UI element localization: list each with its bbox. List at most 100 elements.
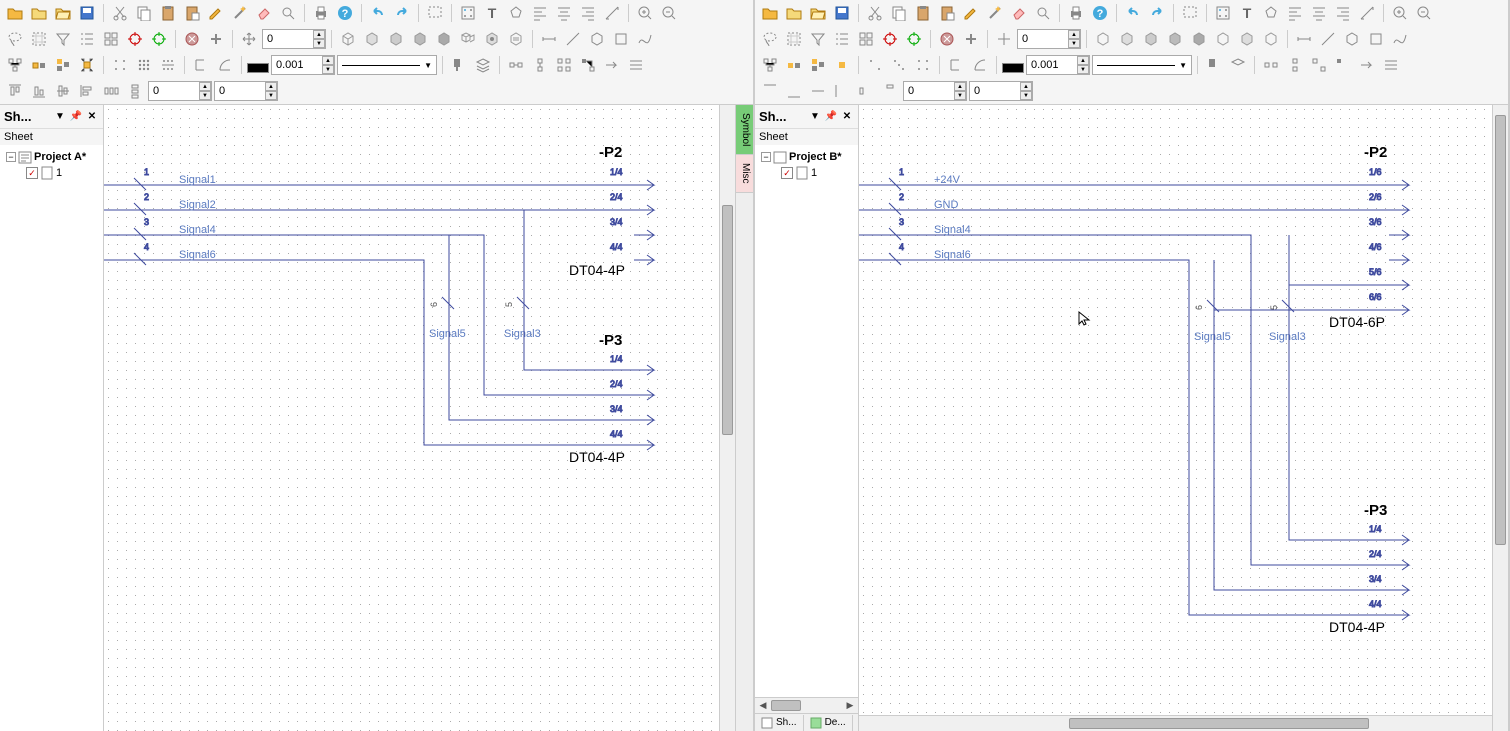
align-vcenter-icon[interactable] xyxy=(52,80,74,102)
redo-icon[interactable] xyxy=(1146,2,1168,24)
node3-icon[interactable] xyxy=(553,54,575,76)
canvas-left[interactable]: 1 2 3 4 Signal1 Signal2 Signal4 Signal6 xyxy=(104,105,735,731)
list-icon[interactable] xyxy=(76,28,98,50)
spin4-input[interactable] xyxy=(970,85,1020,97)
redo-icon[interactable] xyxy=(391,2,413,24)
bus-icon[interactable] xyxy=(1380,54,1402,76)
cube6-icon[interactable] xyxy=(457,28,479,50)
node4-icon[interactable] xyxy=(577,54,599,76)
undo-icon[interactable] xyxy=(1122,2,1144,24)
align-vleft-icon[interactable] xyxy=(831,80,853,102)
cut-icon[interactable] xyxy=(864,2,886,24)
cube3-icon[interactable] xyxy=(1140,28,1162,50)
precision-spinbox[interactable]: ▲▼ xyxy=(1026,55,1090,75)
align-vleft-icon[interactable] xyxy=(76,80,98,102)
tree-expand-icon[interactable]: − xyxy=(761,152,771,162)
rect-icon[interactable] xyxy=(610,28,632,50)
snap2-icon[interactable] xyxy=(52,54,74,76)
cube4-icon[interactable] xyxy=(409,28,431,50)
paste-special-icon[interactable] xyxy=(936,2,958,24)
add-icon[interactable] xyxy=(205,28,227,50)
help-icon[interactable]: ? xyxy=(1089,2,1111,24)
zoom-in-icon[interactable] xyxy=(1389,2,1411,24)
grid-view-icon[interactable] xyxy=(855,28,877,50)
snap1-icon[interactable] xyxy=(783,54,805,76)
hexagon-icon[interactable] xyxy=(1341,28,1363,50)
align-right-icon[interactable] xyxy=(1332,2,1354,24)
move-icon[interactable] xyxy=(238,28,260,50)
bottom-tab-sh[interactable]: Sh... xyxy=(755,715,804,731)
eraser-icon[interactable] xyxy=(1008,2,1030,24)
wand-icon[interactable] xyxy=(229,2,251,24)
dots1-icon[interactable] xyxy=(864,54,886,76)
edit-icon[interactable] xyxy=(205,2,227,24)
dim-h-icon[interactable] xyxy=(538,28,560,50)
dist-v-icon[interactable] xyxy=(124,80,146,102)
spline-icon[interactable] xyxy=(634,28,656,50)
zoom-out-icon[interactable] xyxy=(658,2,680,24)
up-arrow-icon[interactable]: ▲ xyxy=(1077,56,1089,65)
sheet-name[interactable]: 1 xyxy=(56,167,62,179)
up-arrow-icon[interactable]: ▲ xyxy=(322,56,334,65)
tab-misc[interactable]: Misc xyxy=(736,155,753,193)
node1-icon[interactable] xyxy=(1260,54,1282,76)
hexagon-icon[interactable] xyxy=(586,28,608,50)
down-arrow-icon[interactable]: ▼ xyxy=(322,65,334,74)
copy-icon[interactable] xyxy=(888,2,910,24)
cube4-icon[interactable] xyxy=(1164,28,1186,50)
format-brush-icon[interactable] xyxy=(1203,54,1225,76)
cube7-icon[interactable] xyxy=(481,28,503,50)
branch2-icon[interactable] xyxy=(214,54,236,76)
line-icon[interactable] xyxy=(562,28,584,50)
color-swatch[interactable] xyxy=(247,63,269,73)
grid-snap-icon[interactable] xyxy=(457,2,479,24)
snap3-icon[interactable] xyxy=(76,54,98,76)
layer-icon[interactable] xyxy=(472,54,494,76)
cube5-icon[interactable] xyxy=(433,28,455,50)
format-brush-icon[interactable] xyxy=(448,54,470,76)
sidepanel-hscroll[interactable]: ◀ ▶ xyxy=(755,697,858,713)
copy-icon[interactable] xyxy=(133,2,155,24)
zoom-in-icon[interactable] xyxy=(634,2,656,24)
save-icon[interactable] xyxy=(831,2,853,24)
dist-h-icon[interactable] xyxy=(100,80,122,102)
branch1-icon[interactable] xyxy=(190,54,212,76)
angle-input[interactable] xyxy=(263,33,313,45)
down-arrow-icon[interactable]: ▼ xyxy=(1068,39,1080,48)
precision-input[interactable] xyxy=(272,59,322,71)
align-vcenter-icon[interactable] xyxy=(807,80,829,102)
line-style-dropdown[interactable]: ▼ xyxy=(1092,55,1192,75)
spin3-input[interactable] xyxy=(149,85,199,97)
spin3-input[interactable] xyxy=(904,85,954,97)
project-name[interactable]: Project B* xyxy=(789,151,842,163)
branch2-icon[interactable] xyxy=(969,54,991,76)
pin-icon[interactable]: 📌 xyxy=(824,110,838,124)
up-arrow-icon[interactable]: ▲ xyxy=(265,82,277,91)
dist-v-icon[interactable] xyxy=(879,80,901,102)
spin3[interactable]: ▲▼ xyxy=(903,81,967,101)
grid-view-icon[interactable] xyxy=(100,28,122,50)
tree-expand-icon[interactable]: − xyxy=(6,152,16,162)
zoom-out-icon[interactable] xyxy=(1413,2,1435,24)
cube2-icon[interactable] xyxy=(1116,28,1138,50)
spin3[interactable]: ▲▼ xyxy=(148,81,212,101)
arrow-flow-icon[interactable] xyxy=(601,54,623,76)
dist-h-icon[interactable] xyxy=(855,80,877,102)
text-tool-icon[interactable]: T xyxy=(1236,2,1258,24)
node3-icon[interactable] xyxy=(1308,54,1330,76)
bottom-tab-de[interactable]: De... xyxy=(804,715,853,731)
cube1-icon[interactable] xyxy=(337,28,359,50)
align-right-icon[interactable] xyxy=(577,2,599,24)
close-icon[interactable]: ✕ xyxy=(85,110,99,124)
angle-spinbox-1[interactable]: ▲▼ xyxy=(1017,29,1081,49)
cube5-icon[interactable] xyxy=(1188,28,1210,50)
dots2-icon[interactable] xyxy=(133,54,155,76)
scrollbar-horizontal[interactable] xyxy=(859,715,1492,731)
line-icon[interactable] xyxy=(1317,28,1339,50)
cube8-icon[interactable] xyxy=(1260,28,1282,50)
dropdown-icon[interactable]: ▼ xyxy=(53,110,67,124)
layer-icon[interactable] xyxy=(1227,54,1249,76)
align-bottom-icon[interactable] xyxy=(28,80,50,102)
open-folder-icon[interactable] xyxy=(759,2,781,24)
tree-icon[interactable] xyxy=(759,54,781,76)
